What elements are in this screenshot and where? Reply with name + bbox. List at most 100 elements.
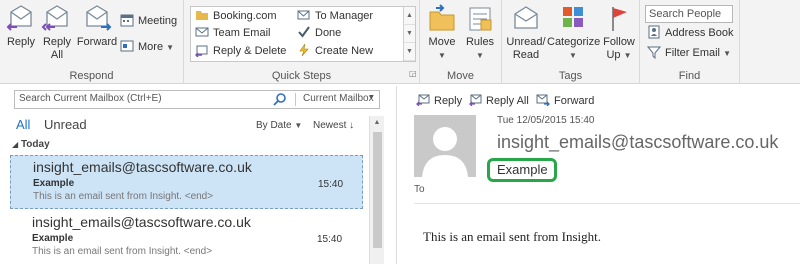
message-subject-heading: Example [497, 162, 548, 177]
expand-gallery-icon[interactable]: ▼ [404, 43, 415, 61]
reading-reply-button[interactable]: Reply [416, 94, 462, 107]
tags-group: Unread/Read Categorize ▼ Follow Up ▼ Tags [502, 0, 640, 84]
quick-step-to-manager[interactable]: To Manager [297, 8, 373, 25]
reply-all-icon [41, 5, 68, 31]
quick-steps-launcher-icon[interactable]: ◲ [409, 69, 417, 78]
reply-button[interactable]: Reply [4, 4, 38, 49]
tags-group-label: Tags [558, 70, 583, 82]
reply-icon [416, 94, 430, 106]
move-group-label: Move [447, 70, 474, 82]
chevron-down-icon: ▼ [166, 43, 175, 52]
chevron-down-icon: ▼ [623, 51, 632, 60]
flag-icon [612, 7, 627, 31]
filter-all-tab[interactable]: All [16, 117, 30, 132]
reply-delete-icon [195, 45, 208, 57]
chevron-down-icon: ▼ [569, 51, 577, 60]
message-from[interactable]: insight_emails@tascsoftware.co.uk [497, 132, 778, 153]
categorize-icon [563, 7, 583, 27]
rules-icon [469, 7, 492, 31]
person-silhouette-icon [422, 127, 468, 177]
filter-unread-tab[interactable]: Unread [44, 117, 87, 132]
quick-steps-group-label: Quick Steps [271, 70, 332, 82]
search-people-input[interactable]: Search People [645, 5, 733, 23]
move-folder-icon [429, 4, 455, 31]
message-sender: insight_emails@tascsoftware.co.uk [32, 214, 251, 230]
ribbon: Reply Reply All Forward Meeting More ▼ R… [0, 0, 800, 84]
respond-group-label: Respond [69, 70, 114, 82]
date-group-header[interactable]: ◢ Today [10, 137, 364, 153]
address-book-button[interactable]: Address Book [647, 25, 733, 42]
message-preview: This is an email sent from Insight. <end… [32, 246, 213, 257]
chevron-down-icon: ▼ [438, 51, 446, 60]
collapse-triangle-icon: ◢ [12, 140, 19, 149]
envelope-icon [195, 27, 209, 37]
message-body: This is an email sent from Insight. [423, 229, 602, 244]
to-label: To [414, 184, 425, 195]
quick-step-team-email[interactable]: Team Email [195, 25, 270, 42]
chevron-down-icon: ▼ [723, 49, 731, 58]
message-list-scrollbar[interactable]: ▲ [369, 116, 384, 264]
forward-icon [86, 5, 112, 31]
forward-button[interactable]: Forward [76, 4, 118, 49]
quick-step-create-new[interactable]: Create New [297, 43, 373, 60]
reading-reply-all-button[interactable]: Reply All [468, 94, 529, 107]
message-time: 15:40 [317, 234, 343, 245]
find-group-label: Find [678, 70, 701, 82]
quick-steps-gallery: Booking.com To Manager Team Email Done R… [190, 6, 416, 62]
mailbox-search-placeholder: Search Current Mailbox (Ctrl+E) [19, 93, 162, 104]
lightning-icon [299, 43, 309, 57]
reply-all-icon [469, 94, 482, 106]
checkmark-icon [298, 26, 310, 38]
filter-email-button[interactable]: Filter Email ▼ [647, 45, 731, 62]
message-subject: Example [33, 178, 75, 189]
filter-icon [647, 46, 661, 59]
move-button[interactable]: Move ▼ [424, 4, 460, 62]
message-sender: insight_emails@tascsoftware.co.uk [33, 159, 252, 175]
more-icon [120, 40, 134, 52]
pane-divider[interactable] [396, 86, 397, 264]
sort-by-dropdown[interactable]: By Date ▼ [256, 120, 302, 131]
quick-step-booking[interactable]: Booking.com [195, 8, 277, 25]
message-date: Tue 12/05/2015 15:40 [497, 115, 595, 126]
message-time: 15:40 [318, 179, 344, 190]
reply-all-button[interactable]: Reply All [40, 4, 74, 62]
meeting-icon [120, 14, 134, 27]
folder-icon [196, 11, 208, 20]
quick-step-done[interactable]: Done [297, 25, 341, 42]
message-subject: Example [32, 233, 74, 244]
chevron-down-icon: ▼ [476, 51, 484, 60]
chevron-down-icon[interactable]: ▼ [368, 94, 375, 101]
respond-group: Reply Reply All Forward Meeting More ▼ R… [0, 0, 184, 84]
categorize-button[interactable]: Categorize ▼ [547, 4, 600, 62]
quick-steps-scrollbar[interactable]: ▲ ▼ ▼ [403, 7, 415, 61]
message-preview: This is an email sent from Insight. <end… [33, 191, 214, 202]
follow-up-button[interactable]: Follow Up ▼ [600, 4, 638, 62]
forward-icon [536, 94, 550, 106]
more-respond-button[interactable]: More ▼ [120, 39, 174, 56]
envelope-arrow-icon [297, 10, 310, 20]
search-scope-select[interactable]: Current Mailbox [303, 93, 374, 104]
message-list-item[interactable]: insight_emails@tascsoftware.co.uk Exampl… [10, 211, 363, 264]
reply-icon [6, 5, 32, 31]
unread-read-button[interactable]: Unread/Read [504, 4, 548, 62]
meeting-button[interactable]: Meeting [120, 13, 177, 30]
move-group: Move ▼ Rules ▼ Move [420, 0, 502, 84]
rules-button[interactable]: Rules ▼ [462, 4, 498, 62]
reading-forward-button[interactable]: Forward [536, 94, 594, 107]
scroll-down-icon[interactable]: ▼ [404, 25, 415, 43]
message-list-item[interactable]: insight_emails@tascsoftware.co.uk Exampl… [10, 155, 363, 209]
sort-order-toggle[interactable]: Newest ↓ [313, 120, 354, 131]
scroll-up-icon[interactable]: ▲ [370, 116, 384, 130]
chevron-down-icon: ▼ [294, 121, 303, 130]
scrollbar-thumb[interactable] [373, 132, 382, 248]
search-divider [295, 93, 296, 106]
mailbox-search-input[interactable]: Search Current Mailbox (Ctrl+E) Current … [14, 90, 380, 109]
header-divider [414, 203, 800, 204]
address-book-icon [648, 25, 660, 39]
search-icon[interactable] [273, 92, 287, 106]
arrow-down-icon: ↓ [349, 120, 355, 131]
scroll-up-icon[interactable]: ▲ [404, 7, 415, 25]
envelope-open-icon [514, 6, 538, 29]
sender-avatar [414, 115, 476, 177]
quick-step-reply-delete[interactable]: Reply & Delete [195, 43, 286, 60]
